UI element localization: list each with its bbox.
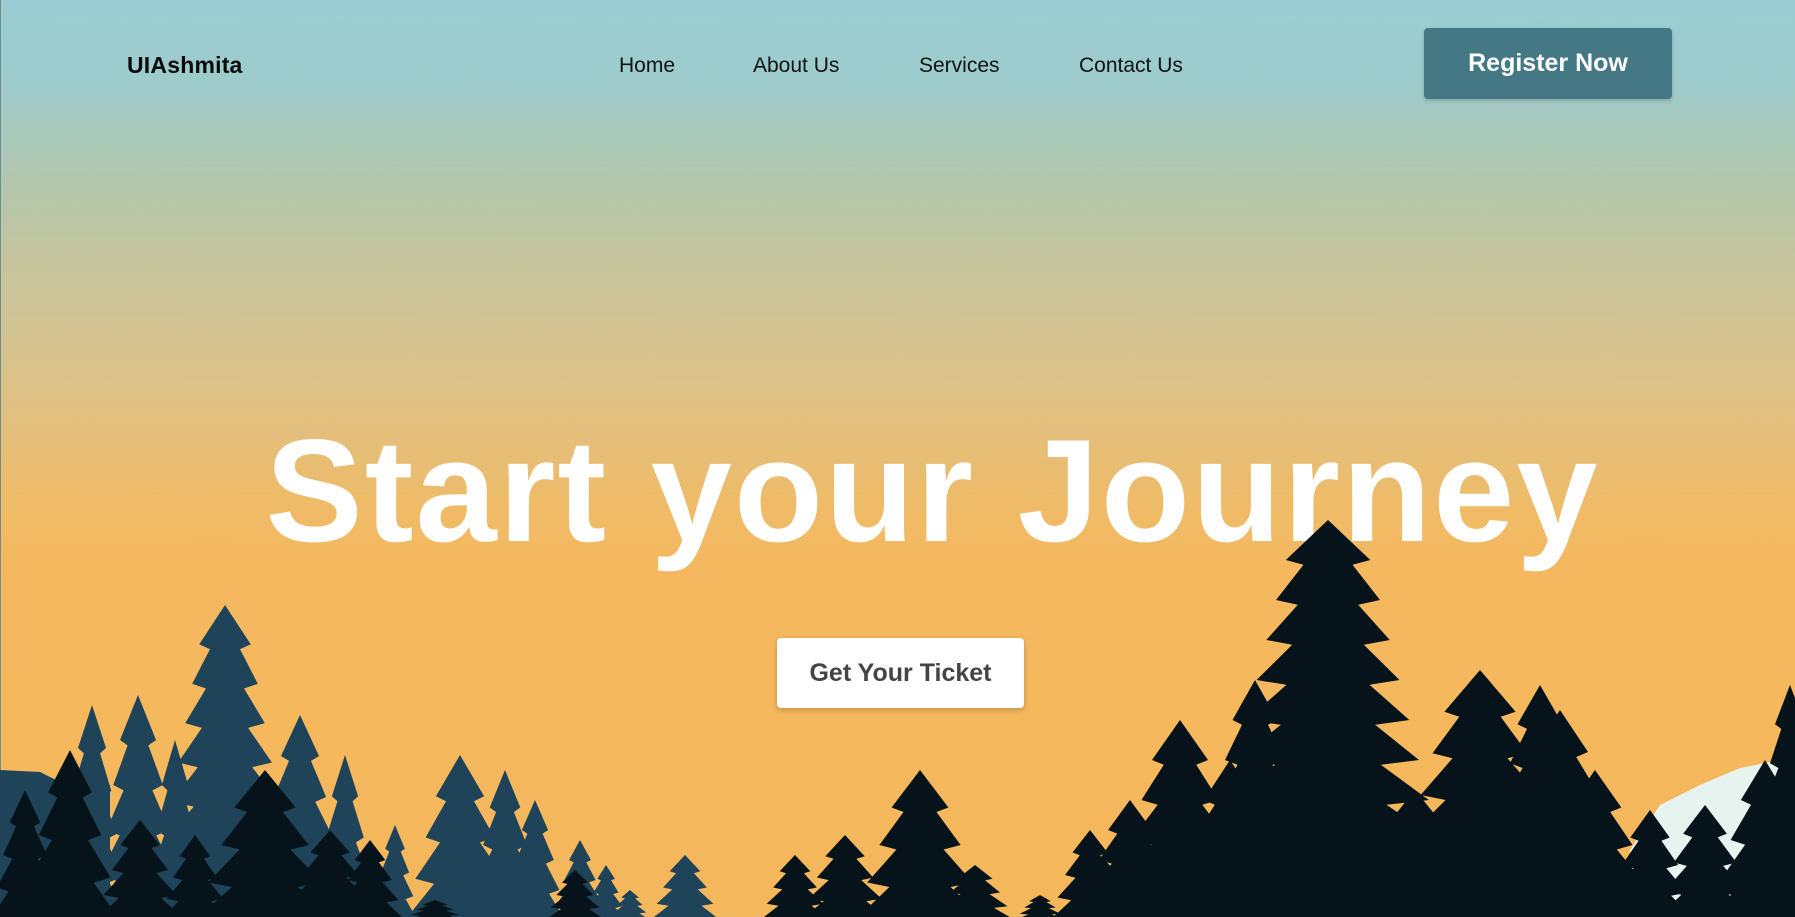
front-tree — [1019, 895, 1061, 917]
nav-link-about-us[interactable]: About Us — [753, 54, 839, 78]
nav-link-home[interactable]: Home — [619, 54, 675, 78]
navbar: UIAshmita Home About Us Services Contact… — [0, 0, 1795, 130]
nav-link-services[interactable]: Services — [919, 54, 1000, 78]
get-your-ticket-button[interactable]: Get Your Ticket — [777, 638, 1024, 708]
forest-silhouette-illustration — [0, 520, 1795, 917]
front-trees-group — [0, 520, 1795, 917]
back-tree — [653, 855, 717, 917]
register-now-button[interactable]: Register Now — [1424, 28, 1672, 99]
nav-link-contact-us[interactable]: Contact Us — [1079, 54, 1183, 78]
